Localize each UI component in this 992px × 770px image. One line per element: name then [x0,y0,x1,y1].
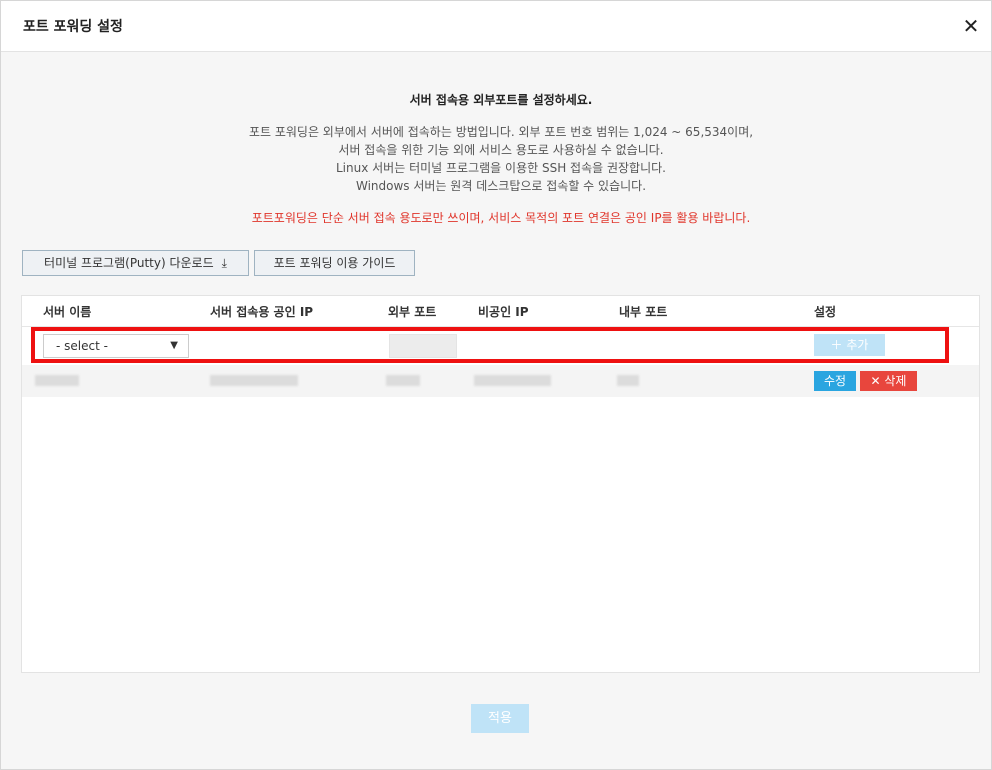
delete-button[interactable]: ✕ 삭제 [860,371,917,391]
port-forwarding-table: 서버 이름 서버 접속용 공인 IP 외부 포트 비공인 IP 내부 포트 설정… [21,295,980,673]
redacted-private-ip [474,375,551,386]
putty-download-button[interactable]: 터미널 프로그램(Putty) 다운로드 ⤓ [22,250,249,276]
table-row: 수정 ✕ 삭제 [22,365,979,397]
dialog-header: 포트 포워딩 설정 ✕ [1,1,991,52]
intro-line: Windows 서버는 원격 데스크탑으로 접속할 수 있습니다. [355,179,647,193]
guide-button[interactable]: 포트 포워딩 이용 가이드 [254,250,415,276]
redacted-internal-port [617,375,639,386]
header-private-ip: 비공인 IP [478,305,529,319]
intro-title: 서버 접속용 외부포트를 설정하세요. [409,93,593,107]
table-header: 서버 이름 서버 접속용 공인 IP 외부 포트 비공인 IP 내부 포트 설정 [22,296,979,327]
redacted-public-ip [210,375,298,386]
header-server-name: 서버 이름 [43,305,92,319]
highlight-box [31,327,949,363]
intro-description: 포트 포워딩은 외부에서 서버에 접속하는 방법입니다. 외부 포트 번호 범위… [1,123,992,195]
header-settings: 설정 [814,305,837,319]
redacted-external-port [386,375,420,386]
putty-download-label: 터미널 프로그램(Putty) 다운로드 [44,256,214,270]
edit-button[interactable]: 수정 [814,371,856,391]
close-icon[interactable]: ✕ [961,15,981,37]
download-icon: ⤓ [221,256,227,270]
warning-text: 포트포워딩은 단순 서버 접속 용도로만 쓰이며, 서비스 목적의 포트 연결은… [251,211,751,225]
header-public-ip: 서버 접속용 공인 IP [210,305,314,319]
intro-line: 포트 포워딩은 외부에서 서버에 접속하는 방법입니다. 외부 포트 번호 범위… [248,125,754,139]
intro-line: 서버 접속을 위한 기능 외에 서비스 용도로 사용하실 수 없습니다. [338,143,664,157]
header-external-port: 외부 포트 [388,305,437,319]
header-internal-port: 내부 포트 [619,305,668,319]
intro-section: 서버 접속용 외부포트를 설정하세요. 포트 포워딩은 외부에서 서버에 접속하… [1,91,992,227]
dialog-title: 포트 포워딩 설정 [23,19,123,35]
intro-line: Linux 서버는 터미널 프로그램을 이용한 SSH 접속을 권장합니다. [336,161,666,175]
apply-button[interactable]: 적용 [471,704,529,733]
redacted-server-name [35,375,79,386]
port-forwarding-dialog: 포트 포워딩 설정 ✕ 서버 접속용 외부포트를 설정하세요. 포트 포워딩은 … [0,0,992,770]
